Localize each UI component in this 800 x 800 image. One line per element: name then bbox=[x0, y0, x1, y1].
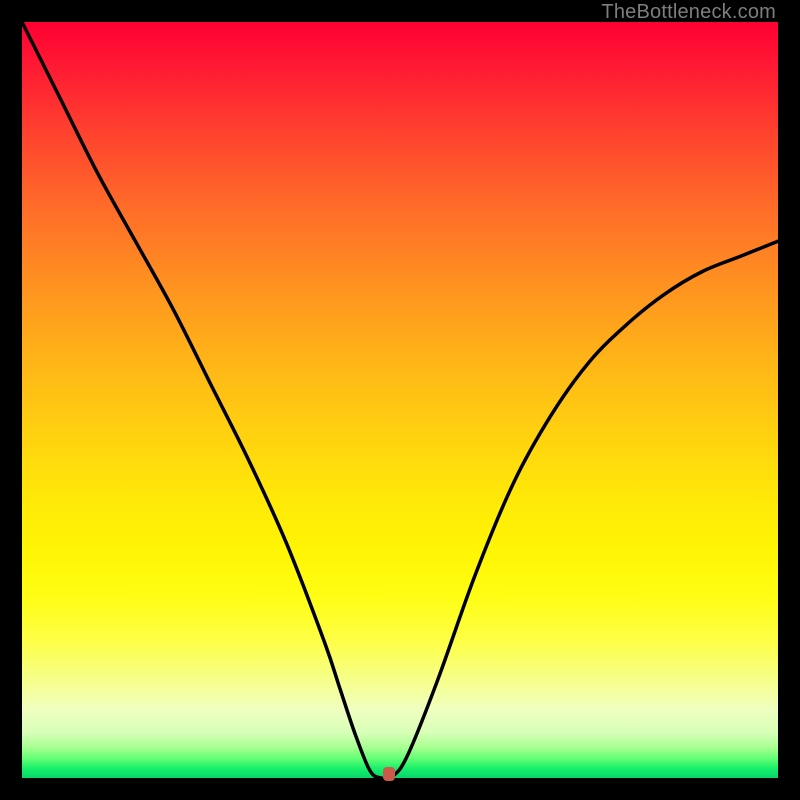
plot-area bbox=[22, 22, 778, 778]
minimum-marker bbox=[383, 767, 395, 781]
watermark-text: TheBottleneck.com bbox=[601, 1, 776, 24]
chart-frame: TheBottleneck.com bbox=[0, 0, 800, 800]
bottleneck-curve bbox=[22, 22, 778, 778]
